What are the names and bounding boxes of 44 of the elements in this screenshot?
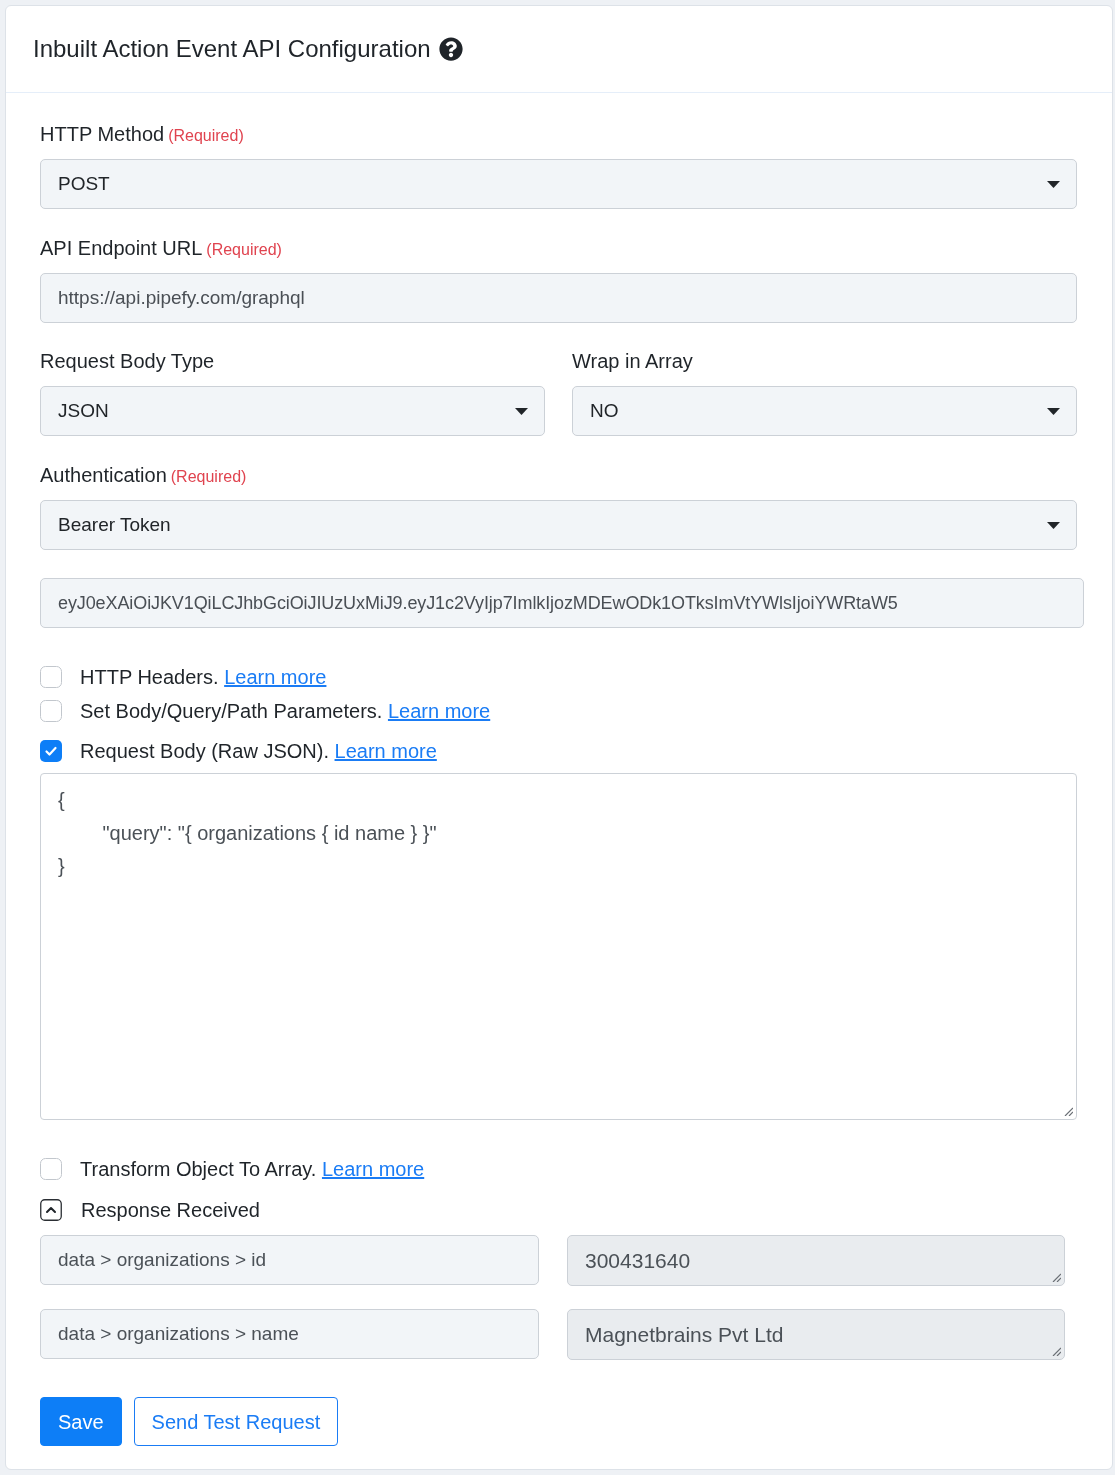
resize-grip-icon[interactable] (1064, 1107, 1073, 1116)
checkbox[interactable] (40, 1158, 62, 1180)
dropdown-select[interactable]: POST (40, 159, 1077, 209)
help-icon[interactable] (438, 37, 463, 61)
resize-grip-icon[interactable] (1052, 1273, 1061, 1282)
field-label: API Endpoint URL (40, 236, 203, 260)
save-button[interactable]: Save (40, 1397, 122, 1446)
caret-icon (1047, 407, 1060, 415)
learn-more-link[interactable]: Learn more (224, 666, 327, 688)
field-label: Authentication (40, 463, 167, 487)
option-label: Transform Object To Array. Learn more (80, 1157, 425, 1182)
required-note: (Required) (206, 240, 282, 260)
dropdown-select[interactable]: NO (572, 386, 1077, 436)
send-test-request-button[interactable]: Send Test Request (133, 1397, 339, 1446)
response-path-input[interactable]: data > organizations > id (40, 1235, 539, 1285)
required-note: (Required) (168, 126, 244, 146)
checkbox[interactable] (40, 666, 62, 688)
response-title: Response Received (81, 1198, 260, 1223)
checkbox[interactable] (40, 740, 62, 762)
option-label: HTTP Headers. Learn more (80, 665, 327, 690)
card-title: Inbuilt Action Event API Configuration (33, 34, 431, 64)
dropdown-select[interactable]: Bearer Token (40, 500, 1077, 550)
option-label: Request Body (Raw JSON). Learn more (80, 739, 437, 764)
field-label: HTTP Method (40, 122, 165, 146)
dropdown-select[interactable]: JSON (40, 386, 545, 436)
learn-more-link[interactable]: Learn more (321, 1158, 425, 1180)
field-label: Request Body Type (40, 349, 215, 373)
required-note: (Required) (170, 467, 247, 487)
chevron-up-icon[interactable] (40, 1199, 62, 1221)
field-label: Wrap in Array (572, 349, 693, 373)
token-input[interactable]: eyJ0eXAiOiJKV1QiLCJhbGciOiJIUzUxMiJ9.eyJ1c2VyIjp7ImlkIjozMDEwODk1OTksImVtYWlsIjoiYWRtaW5 (40, 578, 1084, 628)
learn-more-link[interactable]: Learn more (387, 700, 491, 722)
url-input[interactable]: https://api.pipefy.com/graphql (40, 273, 1077, 323)
response-value-textarea[interactable]: Magnetbrains Pvt Ltd (567, 1309, 1065, 1360)
caret-icon (1047, 180, 1060, 188)
request-body-textarea[interactable]: { "query": "{ organizations { id name } }" } (40, 773, 1077, 1120)
learn-more-link[interactable]: Learn more (334, 740, 437, 762)
checkbox[interactable] (40, 700, 62, 722)
caret-icon (1047, 521, 1060, 529)
option-label: Set Body/Query/Path Parameters. Learn more (80, 699, 491, 724)
response-path-input[interactable]: data > organizations > name (40, 1309, 539, 1359)
resize-grip-icon[interactable] (1052, 1347, 1061, 1356)
response-value-textarea[interactable]: 300431640 (567, 1235, 1065, 1286)
caret-icon (515, 407, 528, 415)
